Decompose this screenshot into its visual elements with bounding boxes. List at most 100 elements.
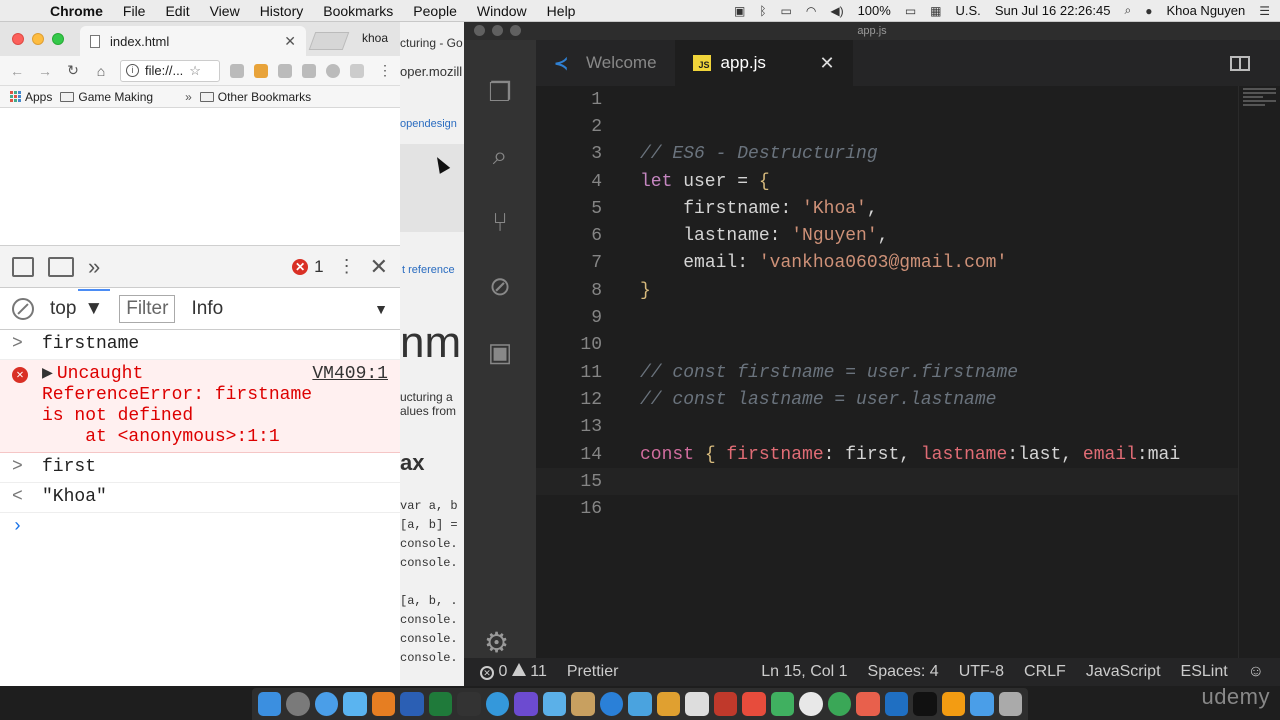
indentation[interactable]: Spaces: 4 <box>868 663 939 681</box>
word-icon[interactable] <box>400 692 424 716</box>
prettier-status[interactable]: Prettier <box>567 663 619 681</box>
zoom-window-button[interactable] <box>52 33 64 45</box>
vlc-icon[interactable] <box>941 692 966 716</box>
explorer-icon[interactable]: ❐ <box>482 74 518 110</box>
devtools-close-icon[interactable]: ✕ <box>370 254 388 280</box>
sketch-icon[interactable] <box>656 692 681 716</box>
menu-help[interactable]: Help <box>537 3 586 19</box>
zoom-window-button[interactable] <box>510 25 521 36</box>
bookmark-apps[interactable]: Apps <box>10 90 52 104</box>
forward-icon[interactable]: → <box>36 63 54 79</box>
minimap[interactable] <box>1238 86 1280 668</box>
spotlight-icon[interactable]: ⌕ <box>1124 3 1131 18</box>
user-avatar-icon[interactable]: ● <box>1145 4 1152 18</box>
notification-center-icon[interactable]: ☰ <box>1259 4 1270 18</box>
home-icon[interactable]: ⌂ <box>92 63 110 79</box>
airplay-icon[interactable]: ▭ <box>781 4 792 18</box>
new-tab-button[interactable] <box>308 32 350 50</box>
info-icon[interactable]: i <box>126 64 139 77</box>
app-icon-4[interactable] <box>571 692 595 716</box>
background-browser-window[interactable]: cturing - Go oper.mozill opendesign t re… <box>400 22 464 686</box>
minimize-window-button[interactable] <box>32 33 44 45</box>
chrome-menu-icon[interactable]: ⋮ <box>378 62 392 79</box>
menu-view[interactable]: View <box>200 3 250 19</box>
reload-icon[interactable]: ↻ <box>64 62 82 79</box>
minimize-window-button[interactable] <box>492 25 503 36</box>
cloud-icon[interactable] <box>343 692 367 716</box>
input-source[interactable]: U.S. <box>956 3 981 18</box>
menu-people[interactable]: People <box>403 3 467 19</box>
menubar-user[interactable]: Khoa Nguyen <box>1166 3 1245 18</box>
close-tab-icon[interactable]: ✕ <box>819 53 834 74</box>
wifi-icon[interactable]: ◠ <box>806 4 816 18</box>
error-count-badge[interactable]: ✕ 1 <box>292 257 324 277</box>
inspect-element-icon[interactable] <box>12 256 34 277</box>
menu-app[interactable]: Chrome <box>40 3 113 19</box>
bookmarks-overflow-icon[interactable]: » <box>185 90 192 104</box>
problems-indicator[interactable]: ✕ 0 11 <box>480 663 547 681</box>
log-level-select[interactable]: Info ▼ <box>191 298 388 320</box>
chrome-icon[interactable] <box>799 692 823 716</box>
bookmark-star-icon[interactable]: ☆ <box>189 63 201 79</box>
device-toolbar-icon[interactable] <box>48 256 74 277</box>
powerpoint-icon[interactable] <box>713 692 738 716</box>
menu-edit[interactable]: Edit <box>155 3 199 19</box>
chrome-tab-index[interactable]: index.html ✕ <box>80 26 306 56</box>
settings-gear-icon[interactable]: ⚙ <box>484 626 509 659</box>
address-bar[interactable]: i file://... ☆ <box>120 59 220 82</box>
battery-icon[interactable]: ▭ <box>905 4 916 18</box>
code-editor[interactable]: 1 2 3 // ES6 - Destructuring 4 let user = … <box>536 86 1238 668</box>
close-tab-icon[interactable]: ✕ <box>284 33 296 50</box>
xcode-icon[interactable] <box>628 692 652 716</box>
launchpad-icon[interactable] <box>286 692 310 716</box>
debug-icon[interactable]: ⊘ <box>482 268 518 304</box>
page-viewport[interactable] <box>0 108 400 246</box>
safari-icon[interactable] <box>314 692 339 716</box>
terminal-icon-1[interactable] <box>457 692 481 716</box>
search-icon[interactable]: ⌕ <box>482 138 518 174</box>
volume-icon[interactable]: ◀) <box>830 4 843 18</box>
back-icon[interactable]: ← <box>8 63 26 79</box>
menu-window[interactable]: Window <box>467 3 537 19</box>
close-window-button[interactable] <box>474 25 485 36</box>
finder-icon[interactable] <box>258 692 282 716</box>
trash-icon[interactable] <box>998 692 1023 716</box>
camera-icon[interactable]: ▣ <box>734 4 745 18</box>
bookmark-other[interactable]: Other Bookmarks <box>199 90 311 104</box>
more-panels-icon[interactable]: » <box>77 254 111 291</box>
app-icon-6[interactable] <box>742 692 766 716</box>
feedback-smiley-icon[interactable]: ☺ <box>1248 663 1264 681</box>
line-ending[interactable]: CRLF <box>1024 663 1066 681</box>
extensions-icon[interactable]: ▣ <box>482 334 518 370</box>
tab-app-js[interactable]: JS app.js ✕ <box>674 40 853 86</box>
extension-icon-5[interactable] <box>350 63 364 78</box>
clear-console-icon[interactable] <box>12 297 34 320</box>
app-icon-3[interactable] <box>514 692 538 716</box>
menubar-clock[interactable]: Sun Jul 16 22:26:45 <box>995 3 1111 18</box>
tab-welcome[interactable]: ≺ Welcome <box>536 40 675 86</box>
eslint-status[interactable]: ESLint <box>1181 663 1228 681</box>
cursor-position[interactable]: Ln 15, Col 1 <box>761 663 847 681</box>
app-icon-8[interactable] <box>827 692 852 716</box>
terminal-icon[interactable] <box>913 692 937 716</box>
app-icon-5[interactable] <box>685 692 709 716</box>
error-source-link[interactable]: VM409:1 <box>312 364 388 385</box>
menu-file[interactable]: File <box>113 3 156 19</box>
app-icon-7[interactable] <box>770 692 795 716</box>
split-editor-icon[interactable] <box>1230 56 1250 71</box>
vscode-icon[interactable] <box>884 692 909 716</box>
extension-icon[interactable] <box>230 63 244 78</box>
battery-percent[interactable]: 100% <box>858 3 891 18</box>
encoding[interactable]: UTF-8 <box>959 663 1004 681</box>
bookmark-game-making[interactable]: Game Making <box>60 90 153 104</box>
expand-triangle-icon[interactable]: ▶ <box>42 364 53 385</box>
chrome-profile[interactable]: khoa <box>362 31 388 45</box>
app-icon-2[interactable] <box>485 692 510 716</box>
app-icon-9[interactable] <box>856 692 880 716</box>
app-icon[interactable] <box>371 692 396 716</box>
context-select[interactable]: top ▼ <box>50 298 103 320</box>
sheets-icon[interactable] <box>428 692 453 716</box>
source-control-icon[interactable]: ⑂ <box>482 204 518 240</box>
bluetooth-icon[interactable]: ᛒ <box>759 4 766 18</box>
extension-icon-4[interactable] <box>326 63 340 78</box>
